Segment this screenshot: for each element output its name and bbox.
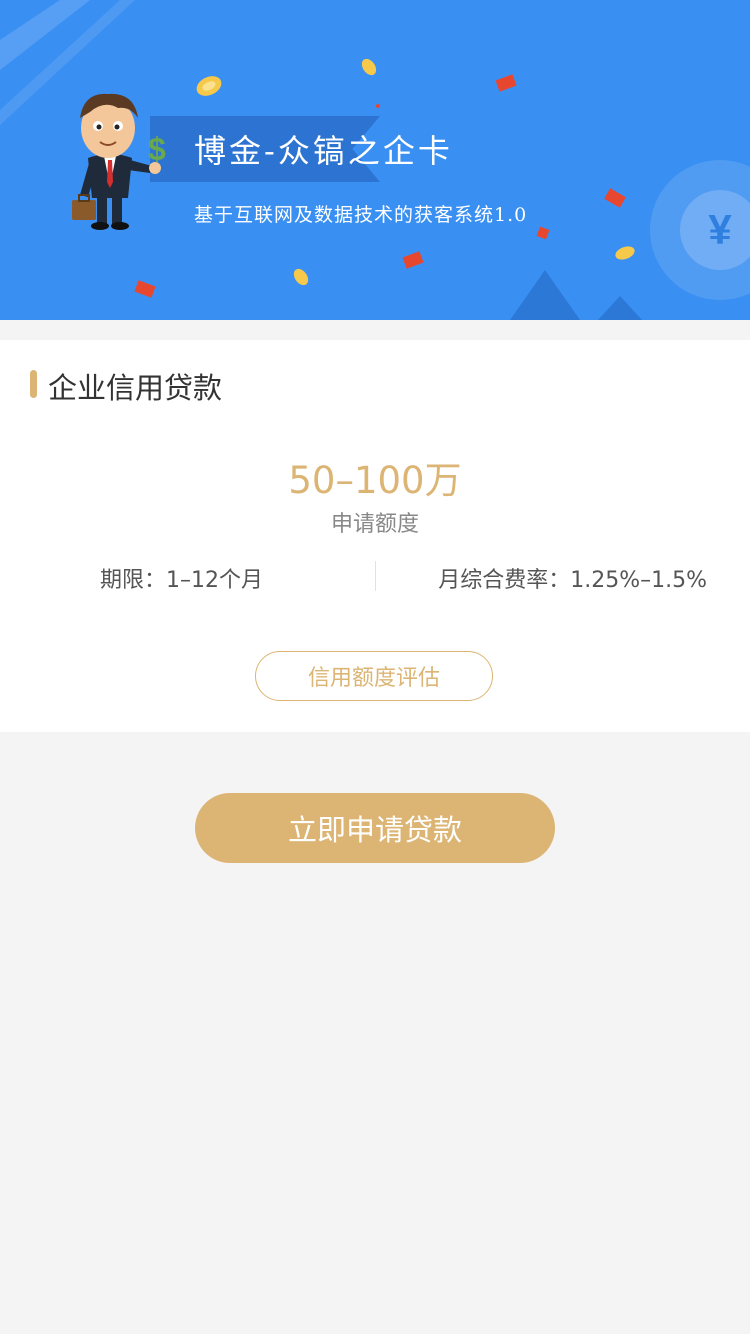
- monthly-rate: 月综合费率：1.25%–1.5%: [438, 568, 707, 593]
- info-divider: [375, 561, 376, 591]
- banner-title: 博金-众镐之企卡: [194, 132, 453, 170]
- banner-subtitle: 基于互联网及数据技术的获客系统1.0: [194, 204, 528, 226]
- product-title: 企业信用贷款: [48, 371, 223, 405]
- loan-product-card: 企业信用贷款 50–100万 申请额度 期限：1–12个月 月综合费率：1.25…: [0, 340, 750, 732]
- loan-term: 期限：1–12个月: [100, 568, 263, 593]
- hero-banner: ¥ $ 博金-众镐之企卡 基于互联网及数据技术的获客系统1.0: [0, 0, 750, 320]
- loan-amount: 50–100万: [288, 459, 462, 502]
- section-accent-bar: [30, 370, 37, 398]
- apply-loan-button[interactable]: 立即申请贷款: [195, 793, 555, 863]
- loan-amount-label: 申请额度: [330, 512, 419, 537]
- svg-text:$: $: [148, 131, 166, 167]
- credit-evaluation-button[interactable]: 信用额度评估: [255, 651, 493, 701]
